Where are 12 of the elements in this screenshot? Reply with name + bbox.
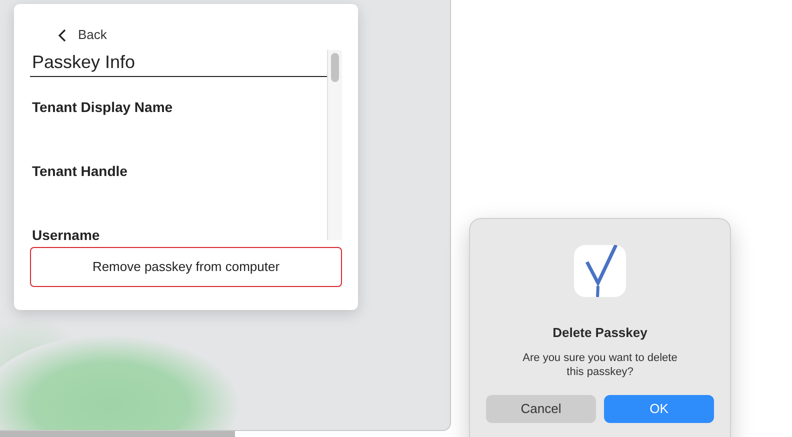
field-label: Tenant Display Name xyxy=(32,98,174,117)
dialog-title: Delete Passkey xyxy=(552,324,648,342)
cancel-button[interactable]: Cancel xyxy=(486,394,596,422)
dialog-message: Are you sure you want to delete this passkey? xyxy=(522,350,678,378)
back-button[interactable]: Back xyxy=(58,26,107,44)
scrollbar-thumb[interactable] xyxy=(331,53,339,82)
chevron-left-icon xyxy=(58,28,66,42)
app-logo-icon xyxy=(574,245,626,297)
remove-passkey-button[interactable]: Remove passkey from computer xyxy=(30,247,342,287)
field-label: Username xyxy=(32,226,101,240)
section-title: Passkey Info xyxy=(30,50,327,77)
field-label: Tenant Handle xyxy=(32,162,128,181)
